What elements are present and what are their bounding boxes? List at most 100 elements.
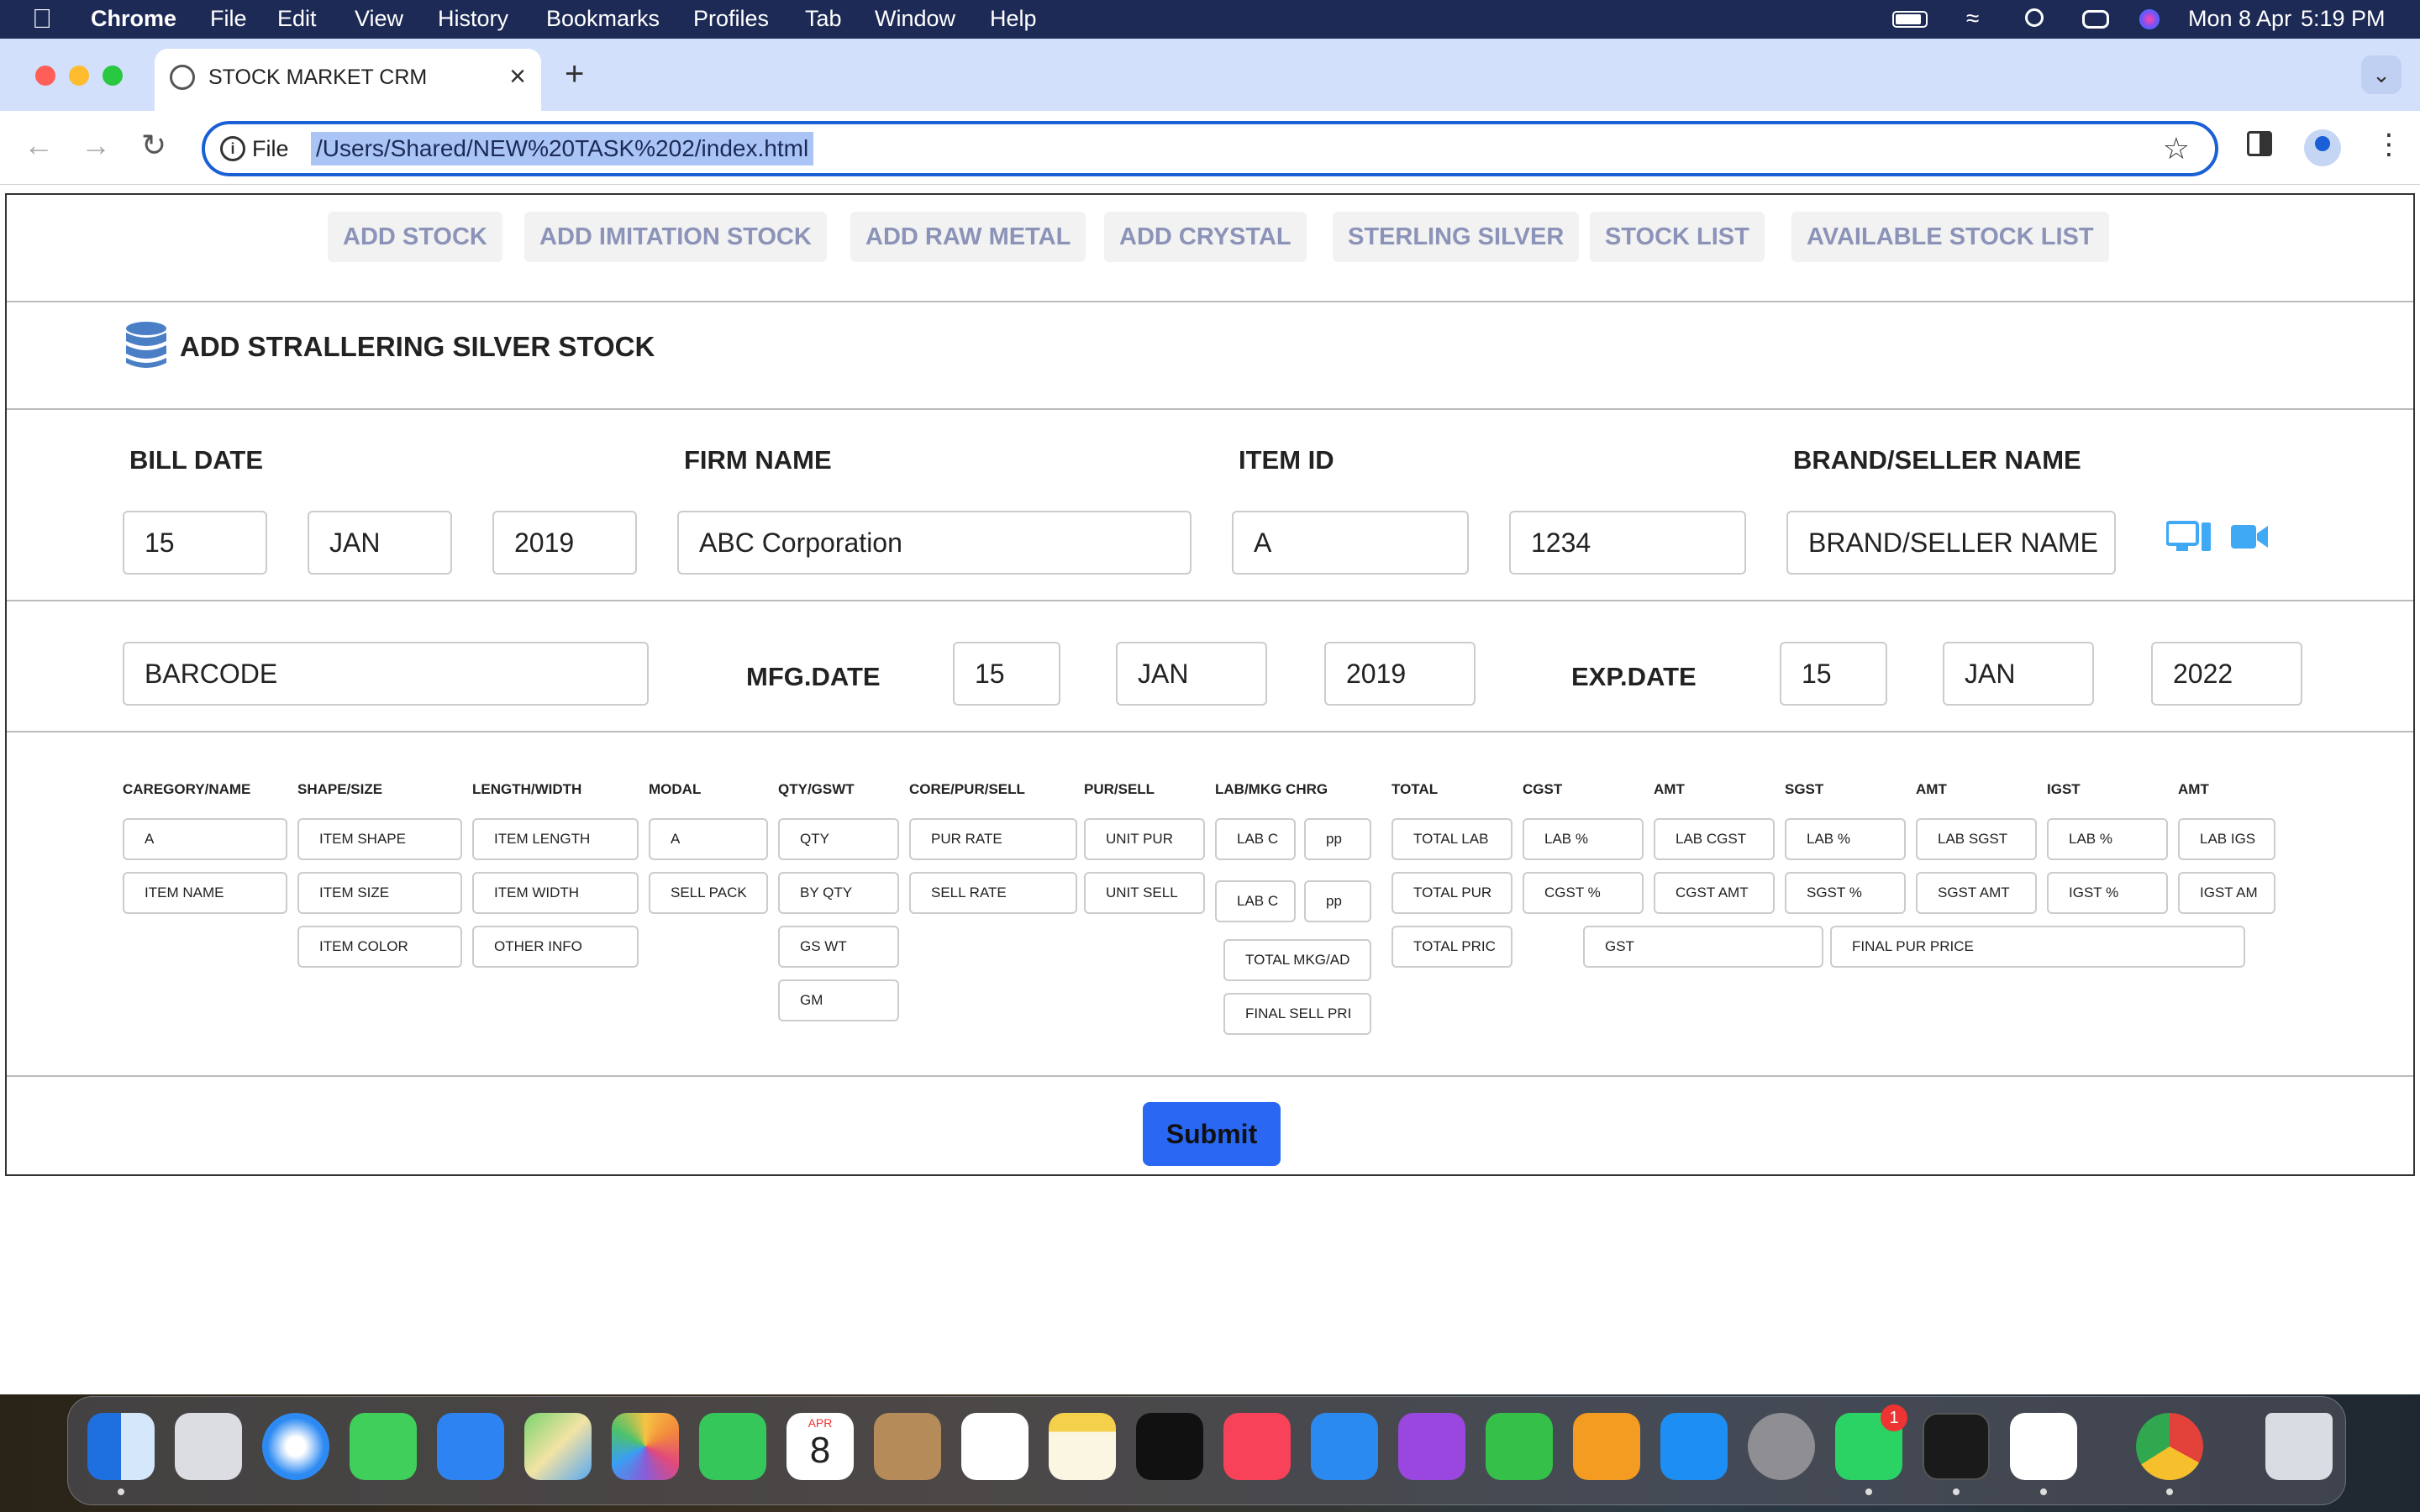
menu-edit[interactable]: Edit [277,6,317,32]
final-sell-price-field[interactable]: FINAL SELL PRI [1223,993,1371,1035]
igst-lab-pct-field[interactable]: LAB % [2047,818,2168,860]
bill-day-field[interactable]: 15 [123,511,267,575]
new-tab-icon[interactable]: + [565,55,584,93]
wifi-icon[interactable]: ≈ [1966,5,1979,32]
item-id-prefix-field[interactable]: A [1232,511,1469,575]
pp-field-1[interactable]: pp [1304,818,1371,860]
close-window-button[interactable] [35,66,55,86]
close-tab-icon[interactable]: × [509,60,526,93]
address-bar[interactable]: i File /Users/Shared/NEW%20TASK%202/inde… [202,121,2218,176]
unit-pur-field[interactable]: UNIT PUR [1084,818,1205,860]
bill-month-field[interactable]: JAN [308,511,452,575]
final-pur-price-field[interactable]: FINAL PUR PRICE [1830,926,2245,968]
menu-time[interactable]: 5:19 PM [2301,6,2386,32]
cgst-pct-field[interactable]: CGST % [1523,872,1644,914]
lab-igst-field[interactable]: LAB IGS [2178,818,2275,860]
nav-available-stock-list[interactable]: AVAILABLE STOCK LIST [1791,212,2109,262]
menu-app-name[interactable]: Chrome [91,6,176,32]
reminders-icon[interactable] [961,1413,1028,1480]
sell-rate-field[interactable]: SELL RATE [909,872,1077,914]
messages-icon[interactable] [350,1413,417,1480]
total-mkg-field[interactable]: TOTAL MKG/AD [1223,939,1371,981]
menu-file[interactable]: File [210,6,247,32]
menu-history[interactable]: History [438,6,508,32]
barcode-field[interactable]: BARCODE [123,642,649,706]
lab-charge-field-2[interactable]: LAB C [1215,880,1296,922]
pages-icon[interactable] [1573,1413,1640,1480]
menu-help[interactable]: Help [990,6,1037,32]
mfg-month-field[interactable]: JAN [1116,642,1267,706]
menu-view[interactable]: View [355,6,403,32]
desktop-computer-icon[interactable] [2166,521,2212,553]
sgst-amt-field[interactable]: SGST AMT [1916,872,2037,914]
item-size-field[interactable]: ITEM SIZE [297,872,462,914]
menu-profiles[interactable]: Profiles [693,6,769,32]
cgst-amt-field[interactable]: CGST AMT [1654,872,1775,914]
sell-pack-field[interactable]: SELL PACK [649,872,768,914]
sgst-pct-field[interactable]: SGST % [1785,872,1906,914]
video-camera-icon[interactable] [2230,522,2269,551]
igst-amt-field[interactable]: IGST AM [2178,872,2275,914]
mfg-year-field[interactable]: 2019 [1324,642,1476,706]
system-settings-icon[interactable] [1748,1413,1815,1480]
forward-arrow-icon[interactable]: → [81,128,111,163]
apple-menu-icon[interactable]:  [32,3,52,34]
exp-day-field[interactable]: 15 [1780,642,1887,706]
unit-sell-field[interactable]: UNIT SELL [1084,872,1205,914]
mfg-day-field[interactable]: 15 [953,642,1060,706]
total-price-field[interactable]: TOTAL PRIC [1392,926,1512,968]
url-text[interactable]: /Users/Shared/NEW%20TASK%202/index.html [311,132,814,165]
launchpad-icon[interactable] [175,1413,242,1480]
reload-icon[interactable]: ↻ [141,128,166,163]
chrome-icon[interactable] [2136,1413,2203,1480]
gst-field[interactable]: GST [1583,926,1823,968]
numbers-icon[interactable] [1486,1413,1553,1480]
item-length-field[interactable]: ITEM LENGTH [472,818,639,860]
total-pur-field[interactable]: TOTAL PUR [1392,872,1512,914]
notes-icon[interactable] [1049,1413,1116,1480]
menu-window[interactable]: Window [875,6,955,32]
exp-month-field[interactable]: JAN [1943,642,2094,706]
nav-add-crystal[interactable]: ADD CRYSTAL [1104,212,1307,262]
contacts-icon[interactable] [874,1413,941,1480]
info-icon[interactable]: i [220,136,245,161]
bookmark-star-icon[interactable]: ☆ [2163,131,2190,166]
maps-icon[interactable] [524,1413,592,1480]
menu-tab[interactable]: Tab [805,6,842,32]
nav-add-raw-metal[interactable]: ADD RAW METAL [850,212,1086,262]
modal-field[interactable]: A [649,818,768,860]
profile-avatar-icon[interactable] [2304,129,2341,166]
safari-icon[interactable] [262,1413,329,1480]
category-field[interactable]: A [123,818,287,860]
by-qty-field[interactable]: BY QTY [778,872,899,914]
photos-icon[interactable] [612,1413,679,1480]
other-info-field[interactable]: OTHER INFO [472,926,639,968]
gs-wt-field[interactable]: GS WT [778,926,899,968]
back-arrow-icon[interactable]: ← [24,128,54,163]
apple-tv-icon[interactable] [1136,1413,1203,1480]
item-name-field[interactable]: ITEM NAME [123,872,287,914]
music-icon[interactable] [1223,1413,1291,1480]
gm-field[interactable]: GM [778,979,899,1021]
chevron-down-icon[interactable]: ⌄ [2361,55,2402,94]
exp-year-field[interactable]: 2022 [2151,642,2302,706]
pur-rate-field[interactable]: PUR RATE [909,818,1077,860]
nav-add-imitation-stock[interactable]: ADD IMITATION STOCK [524,212,827,262]
item-width-field[interactable]: ITEM WIDTH [472,872,639,914]
total-lab-field[interactable]: TOTAL LAB [1392,818,1512,860]
terminal-icon[interactable] [1923,1413,1990,1480]
lab-charge-field-1[interactable]: LAB C [1215,818,1296,860]
minimize-window-button[interactable] [69,66,89,86]
item-id-number-field[interactable]: 1234 [1509,511,1746,575]
mail-icon[interactable] [437,1413,504,1480]
igst-pct-field[interactable]: IGST % [2047,872,2168,914]
nav-stock-list[interactable]: STOCK LIST [1590,212,1765,262]
battery-icon[interactable] [1892,11,1928,28]
menu-bookmarks[interactable]: Bookmarks [546,6,660,32]
firm-name-field[interactable]: ABC Corporation [677,511,1192,575]
podcasts-icon[interactable] [1398,1413,1465,1480]
brand-seller-field[interactable]: BRAND/SELLER NAME [1786,511,2116,575]
nav-sterling-silver[interactable]: STERLING SILVER [1333,212,1580,262]
cgst-lab-pct-field[interactable]: LAB % [1523,818,1644,860]
maximize-window-button[interactable] [103,66,123,86]
